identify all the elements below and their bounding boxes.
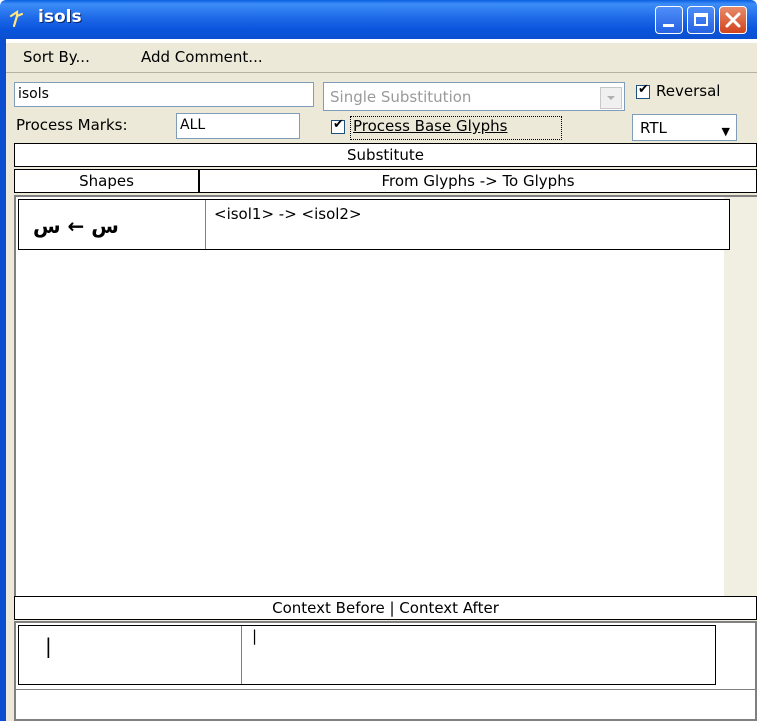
reversal-checkbox[interactable]: ✔ <box>636 82 650 99</box>
lookup-type-dropdown-button[interactable] <box>600 87 622 109</box>
close-icon <box>725 12 741 28</box>
lookup-window: isols Sort By... Add Comment... isols Si… <box>0 0 757 721</box>
context-before-cell[interactable]: | <box>19 626 242 684</box>
lookup-name-field[interactable]: isols <box>14 82 314 107</box>
chevron-down-icon <box>607 96 615 100</box>
direction-value: RTL <box>640 119 667 137</box>
direction-select[interactable]: RTL ▼ <box>632 114 737 141</box>
shapes-column-header[interactable]: Shapes <box>14 169 199 193</box>
rules-list[interactable]: ﺱ ← ﺱ <isol1> -> <isol2> <box>14 195 757 599</box>
divider <box>16 689 757 690</box>
substitute-header: Substitute <box>14 143 757 167</box>
menu-add-comment[interactable]: Add Comment... <box>141 48 263 66</box>
context-list[interactable]: | | <box>14 621 757 721</box>
lookup-type-value: Single Substitution <box>330 88 472 106</box>
context-before-text: | <box>45 634 52 658</box>
shape-cell: ﺱ ← ﺱ <box>19 200 206 249</box>
reversal-label: Reversal <box>656 82 721 100</box>
process-marks-field[interactable]: ALL <box>176 113 300 139</box>
close-button[interactable] <box>719 6 747 34</box>
menu-bar: Sort By... Add Comment... <box>6 43 757 73</box>
process-marks-label: Process Marks: <box>16 116 128 134</box>
window-title: isols <box>38 7 82 27</box>
menu-sort-by[interactable]: Sort By... <box>23 48 90 66</box>
process-base-glyphs-label: Process Base Glyphs <box>353 117 508 135</box>
scrollbar-gutter[interactable] <box>724 197 757 597</box>
minimize-icon <box>663 24 674 27</box>
check-icon: ✔ <box>333 117 344 132</box>
shape-preview: ﺱ ← ﺱ <box>33 214 119 238</box>
maximize-button[interactable] <box>687 6 715 34</box>
check-icon: ✔ <box>638 82 649 97</box>
rule-row[interactable]: ﺱ ← ﺱ <isol1> -> <isol2> <box>18 199 730 250</box>
title-bar[interactable]: isols <box>0 0 757 39</box>
context-after-text: | <box>252 627 258 645</box>
chevron-down-icon: ▼ <box>721 125 730 138</box>
lookup-type-select[interactable]: Single Substitution <box>323 82 625 111</box>
lookup-app-icon <box>9 9 24 28</box>
minimize-button[interactable] <box>655 6 683 34</box>
glyph-mapping-text: <isol1> -> <isol2> <box>214 205 362 223</box>
maximize-icon <box>694 13 708 26</box>
context-row[interactable]: | | <box>18 625 716 685</box>
context-header: Context Before | Context After <box>14 596 757 620</box>
process-base-glyphs-checkbox[interactable]: ✔ <box>331 117 345 134</box>
glyphs-column-header[interactable]: From Glyphs -> To Glyphs <box>199 169 757 193</box>
